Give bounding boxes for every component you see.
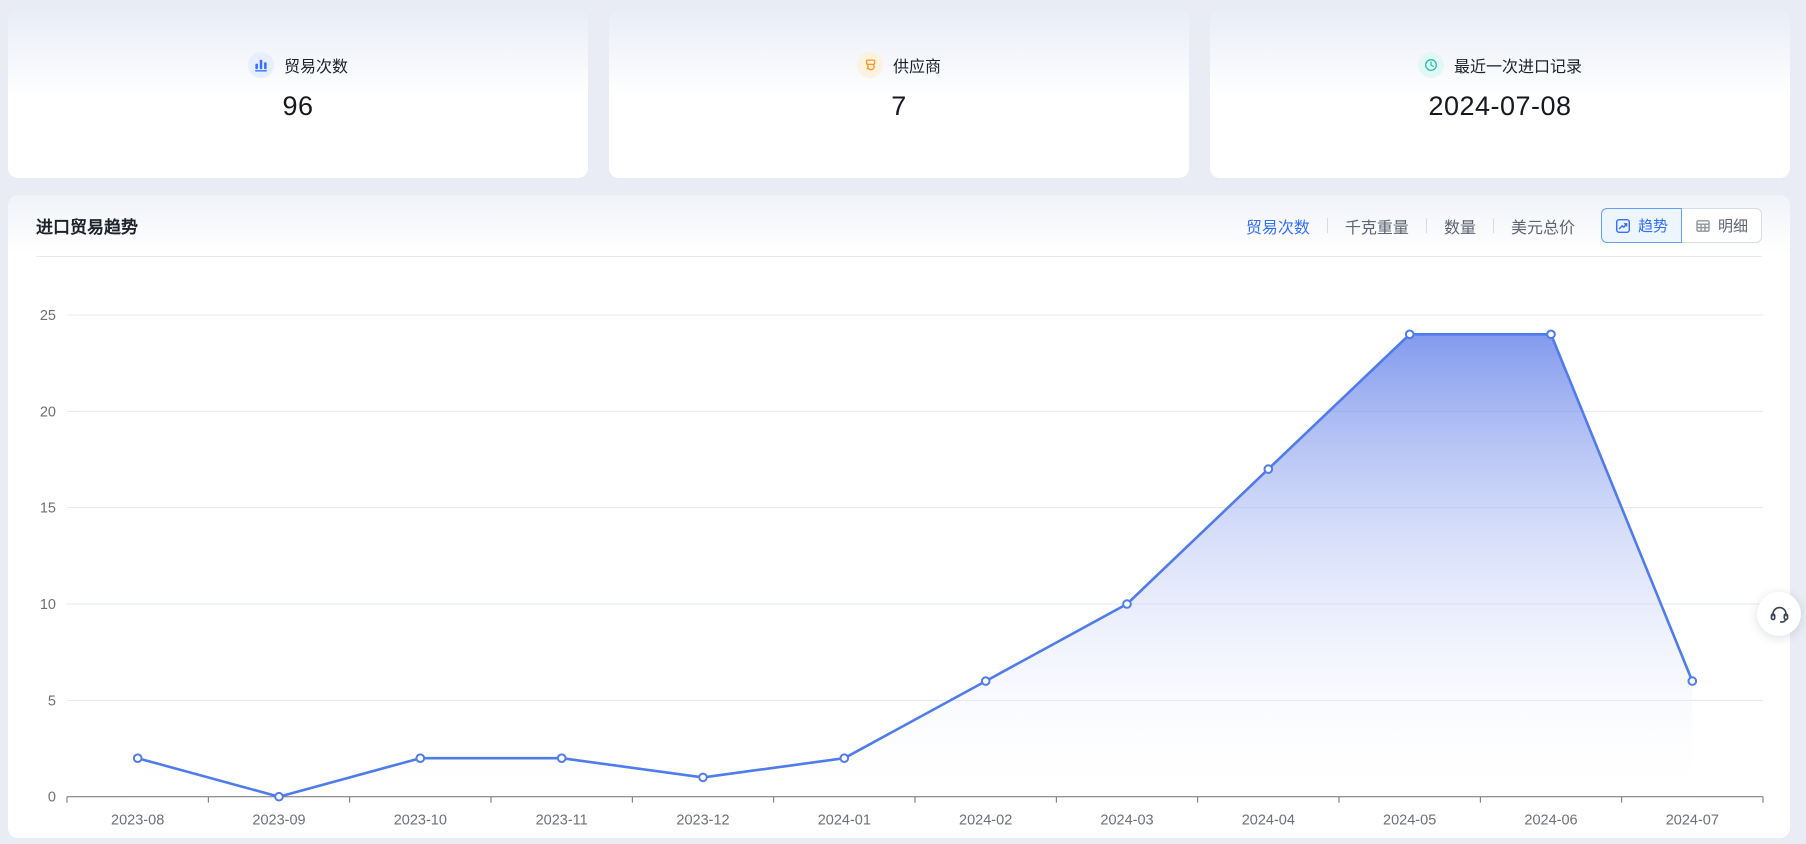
headset-icon (1768, 603, 1791, 626)
toggle-label: 趋势 (1638, 215, 1668, 236)
table-icon (1695, 218, 1711, 234)
svg-text:2024-01: 2024-01 (818, 813, 871, 829)
stat-card-header: 贸易次数 (248, 52, 348, 78)
stat-card-label: 最近一次进口记录 (1454, 53, 1582, 77)
svg-text:15: 15 (40, 501, 56, 517)
stat-card-suppliers: 供应商 7 (609, 10, 1189, 178)
trend-panel: 进口贸易趋势 贸易次数 千克重量 数量 美元总价 (8, 195, 1790, 838)
svg-text:20: 20 (40, 404, 56, 420)
tab-usd-total[interactable]: 美元总价 (1511, 214, 1575, 238)
toggle-label: 明细 (1718, 215, 1748, 236)
trend-panel-header: 进口贸易趋势 贸易次数 千克重量 数量 美元总价 (36, 195, 1762, 257)
trend-controls: 贸易次数 千克重量 数量 美元总价 (1246, 208, 1762, 243)
svg-text:2024-04: 2024-04 (1242, 813, 1295, 829)
stat-card-header: 最近一次进口记录 (1418, 52, 1582, 78)
svg-text:25: 25 (40, 308, 56, 324)
tab-trade-count[interactable]: 贸易次数 (1246, 214, 1310, 238)
tab-separator (1493, 218, 1494, 233)
toggle-trend-view[interactable]: 趋势 (1601, 208, 1682, 243)
tab-quantity[interactable]: 数量 (1444, 214, 1476, 238)
svg-text:2023-12: 2023-12 (676, 813, 729, 829)
tab-kg-weight[interactable]: 千克重量 (1345, 214, 1409, 238)
tab-separator (1426, 218, 1427, 233)
stat-card-value: 2024-07-08 (1428, 91, 1571, 122)
view-toggle: 趋势 明细 (1601, 208, 1762, 243)
metric-tabs: 贸易次数 千克重量 数量 美元总价 (1246, 214, 1575, 238)
stat-card-latest-import: 最近一次进口记录 2024-07-08 (1210, 10, 1790, 178)
clock-icon (1418, 52, 1444, 78)
svg-text:2024-07: 2024-07 (1666, 813, 1719, 829)
bar-chart-icon (248, 52, 274, 78)
svg-text:2023-11: 2023-11 (536, 813, 588, 829)
stat-card-header: 供应商 (857, 52, 941, 78)
toggle-detail-view[interactable]: 明细 (1681, 208, 1762, 243)
tab-separator (1327, 218, 1328, 233)
stat-card-value: 7 (891, 91, 907, 122)
stat-card-trade-count: 贸易次数 96 (8, 10, 588, 178)
stat-card-value: 96 (282, 91, 313, 122)
help-button[interactable] (1757, 592, 1801, 636)
trend-chart-icon (1615, 218, 1631, 234)
svg-text:2024-03: 2024-03 (1100, 813, 1153, 829)
svg-text:2024-06: 2024-06 (1524, 813, 1577, 829)
svg-text:2024-02: 2024-02 (959, 813, 1012, 829)
import-trade-dashboard: 贸易次数 96 供应商 7 (0, 0, 1806, 844)
trend-chart: 0 5 10 15 20 25 2023-08 2023-09 2023-10 2023-11 20… (8, 258, 1790, 838)
svg-text:2023-09: 2023-09 (252, 813, 305, 829)
svg-text:10: 10 (40, 597, 56, 613)
svg-text:2024-05: 2024-05 (1383, 813, 1436, 829)
svg-text:2023-10: 2023-10 (394, 813, 447, 829)
stat-card-label: 贸易次数 (284, 53, 348, 77)
svg-text:2023-08: 2023-08 (111, 813, 164, 829)
panel-title: 进口贸易趋势 (36, 213, 138, 238)
svg-text:0: 0 (48, 790, 56, 806)
stats-row: 贸易次数 96 供应商 7 (8, 10, 1790, 178)
supplier-shop-icon (857, 52, 883, 78)
stat-card-label: 供应商 (893, 53, 941, 77)
svg-text:5: 5 (48, 693, 56, 709)
